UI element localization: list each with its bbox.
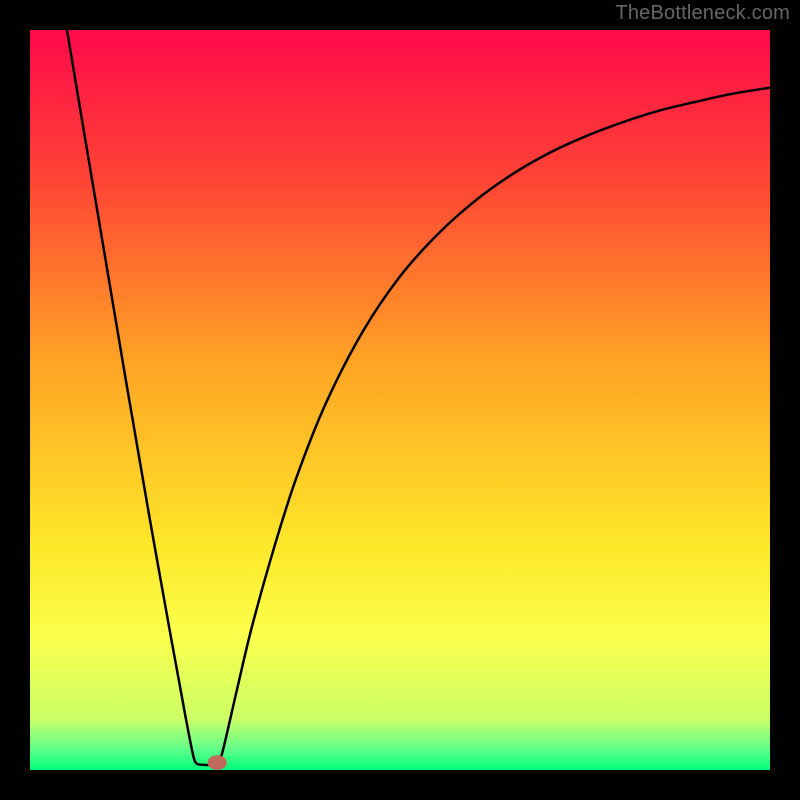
curve-layer	[30, 30, 770, 770]
bottleneck-curve	[67, 30, 770, 765]
chart-outer-frame: TheBottleneck.com	[0, 0, 800, 800]
optimal-point-marker	[208, 755, 227, 770]
watermark-text: TheBottleneck.com	[615, 2, 790, 25]
plot-area	[30, 30, 770, 770]
